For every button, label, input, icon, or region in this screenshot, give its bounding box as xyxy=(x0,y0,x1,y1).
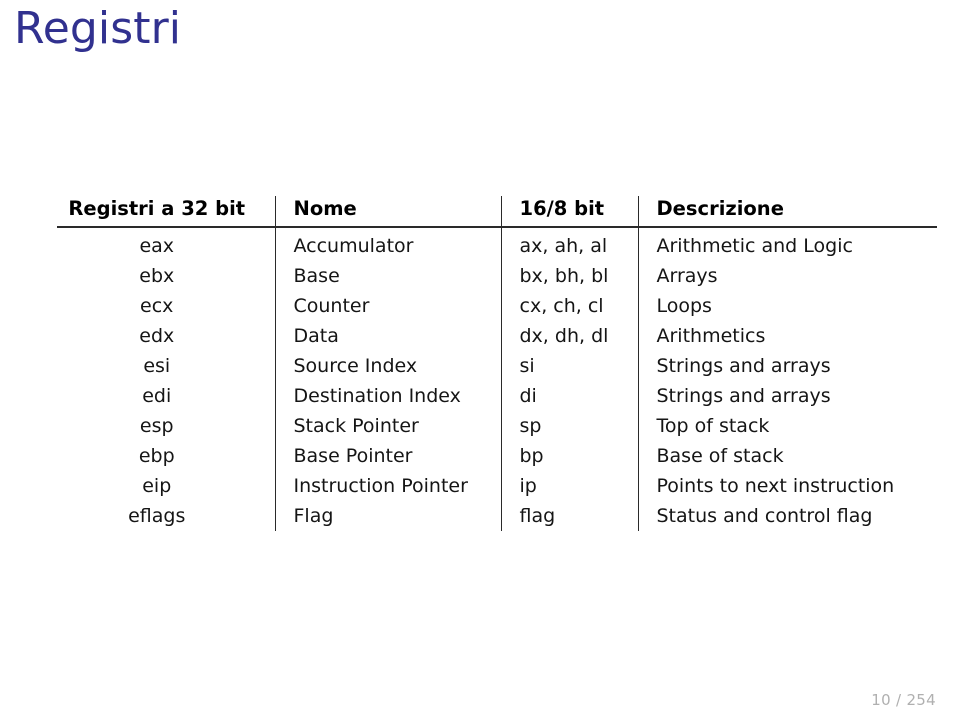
cell-description: Top of stack xyxy=(637,411,937,441)
column-header-nome: Nome xyxy=(274,196,501,228)
table-row: esi Source Index si Strings and arrays xyxy=(57,351,937,381)
table-row: ebx Base bx, bh, bl Arrays xyxy=(57,261,937,291)
cell-description: Points to next instruction xyxy=(637,471,937,501)
cell-name: Counter xyxy=(274,291,501,321)
registers-table: Registri a 32 bit Nome 16/8 bit Descrizi… xyxy=(57,196,937,531)
cell-16-8-bit: bx, bh, bl xyxy=(500,261,638,291)
cell-16-8-bit: bp xyxy=(500,441,638,471)
cell-description: Strings and arrays xyxy=(637,381,937,411)
cell-16-8-bit: si xyxy=(500,351,638,381)
column-header-16-8-bit: 16/8 bit xyxy=(500,196,638,228)
cell-name: Flag xyxy=(274,501,501,531)
table-header: Registri a 32 bit Nome 16/8 bit Descrizi… xyxy=(57,196,937,228)
slide: Registri Registri a 32 bit Nome 16/8 bit… xyxy=(0,0,960,723)
table-row: eflags Flag flag Status and control flag xyxy=(57,501,937,531)
page-number: 10 / 254 xyxy=(871,691,936,709)
cell-name: Instruction Pointer xyxy=(274,471,501,501)
cell-description: Arrays xyxy=(637,261,937,291)
cell-16-8-bit: dx, dh, dl xyxy=(500,321,638,351)
cell-register-32bit: esp xyxy=(139,415,174,437)
table-header-row: Registri a 32 bit Nome 16/8 bit Descrizi… xyxy=(57,196,937,228)
cell-16-8-bit: di xyxy=(500,381,638,411)
table-row: eax Accumulator ax, ah, al Arithmetic and L… xyxy=(57,227,937,261)
table-row: ecx Counter cx, ch, cl Loops xyxy=(57,291,937,321)
cell-register-32bit: esi xyxy=(143,355,171,377)
cell-name: Base xyxy=(274,261,501,291)
cell-description: Arithmetic and Logic xyxy=(637,227,937,261)
registers-table-container: Registri a 32 bit Nome 16/8 bit Descrizi… xyxy=(57,196,937,531)
table-body: eax Accumulator ax, ah, al Arithmetic and L… xyxy=(57,227,937,531)
cell-register-32bit: eax xyxy=(139,235,175,257)
table-row: esp Stack Pointer sp Top of stack xyxy=(57,411,937,441)
column-header-descrizione: Descrizione xyxy=(637,196,937,228)
cell-register-32bit: ecx xyxy=(140,295,174,317)
cell-name: Accumulator xyxy=(274,227,501,261)
cell-description: Base of stack xyxy=(637,441,937,471)
page-title: Registri xyxy=(14,3,182,54)
cell-name: Destination Index xyxy=(274,381,501,411)
cell-16-8-bit: cx, ch, cl xyxy=(500,291,638,321)
cell-description: Status and control flag xyxy=(637,501,937,531)
cell-16-8-bit: sp xyxy=(500,411,638,441)
column-header-registri-32-bit: Registri a 32 bit xyxy=(57,196,275,228)
table-row: edi Destination Index di Strings and arrays xyxy=(57,381,937,411)
table-row: eip Instruction Pointer ip Points to next i… xyxy=(57,471,937,501)
cell-register-32bit: eip xyxy=(142,475,172,497)
cell-register-32bit: edi xyxy=(142,385,172,407)
cell-description: Loops xyxy=(637,291,937,321)
cell-name: Source Index xyxy=(274,351,501,381)
cell-16-8-bit: ax, ah, al xyxy=(500,227,638,261)
cell-register-32bit: ebx xyxy=(139,265,175,287)
cell-name: Data xyxy=(274,321,501,351)
table-row: edx Data dx, dh, dl Arithmetics xyxy=(57,321,937,351)
table-row: ebp Base Pointer bp Base of stack xyxy=(57,441,937,471)
cell-16-8-bit: ip xyxy=(500,471,638,501)
cell-name: Base Pointer xyxy=(274,441,501,471)
cell-register-32bit: ebp xyxy=(138,445,175,467)
cell-name: Stack Pointer xyxy=(274,411,501,441)
cell-register-32bit: eflags xyxy=(128,505,186,527)
cell-description: Arithmetics xyxy=(637,321,937,351)
cell-16-8-bit: flag xyxy=(500,501,638,531)
cell-register-32bit: edx xyxy=(139,325,175,347)
cell-description: Strings and arrays xyxy=(637,351,937,381)
